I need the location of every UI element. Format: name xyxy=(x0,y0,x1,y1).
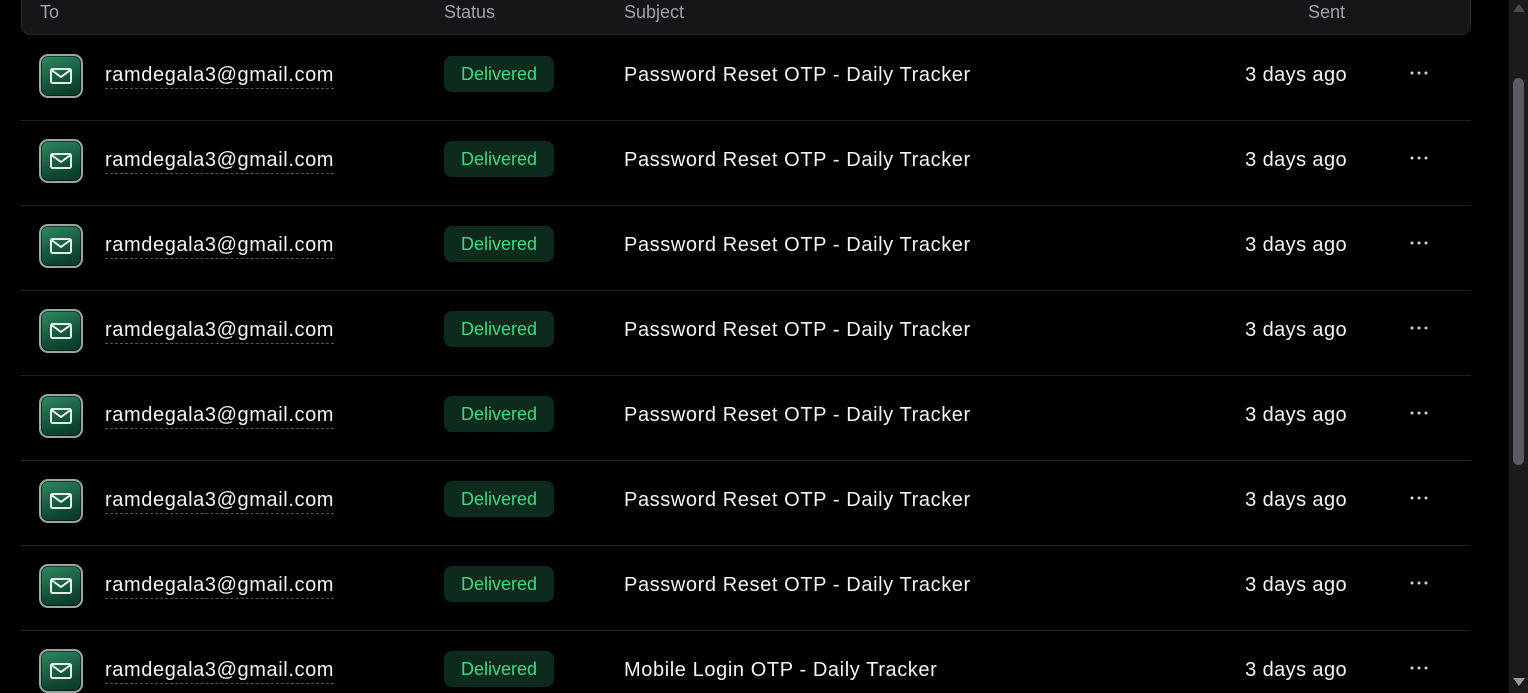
more-horizontal-icon[interactable] xyxy=(1405,59,1433,87)
status-badge: Delivered xyxy=(444,396,554,432)
recipient-email[interactable]: ramdegala3@gmail.com xyxy=(105,573,335,599)
more-horizontal-icon[interactable] xyxy=(1405,399,1433,427)
scroll-thumb[interactable] xyxy=(1513,78,1524,465)
status-badge: Delivered xyxy=(444,141,554,177)
column-header-sent[interactable]: Sent xyxy=(1308,1,1345,23)
status-badge: Delivered xyxy=(444,481,554,517)
email-subject: Password Reset OTP - Daily Tracker xyxy=(624,574,971,596)
mail-icon xyxy=(39,564,83,608)
mail-icon xyxy=(39,394,83,438)
sent-time: 3 days ago xyxy=(1245,319,1347,341)
email-subject: Password Reset OTP - Daily Tracker xyxy=(624,149,971,171)
mail-icon xyxy=(39,224,83,268)
more-horizontal-icon[interactable] xyxy=(1405,144,1433,172)
mail-icon xyxy=(39,649,83,693)
table-row[interactable]: ramdegala3@gmail.com Delivered Mobile Lo… xyxy=(21,630,1471,693)
more-horizontal-icon[interactable] xyxy=(1405,314,1433,342)
status-badge: Delivered xyxy=(444,226,554,262)
table-row[interactable]: ramdegala3@gmail.com Delivered Password … xyxy=(21,290,1471,376)
recipient-email[interactable]: ramdegala3@gmail.com xyxy=(105,233,335,259)
recipient-email[interactable]: ramdegala3@gmail.com xyxy=(105,148,335,174)
sent-time: 3 days ago xyxy=(1245,489,1347,511)
more-horizontal-icon[interactable] xyxy=(1405,484,1433,512)
table-row[interactable]: ramdegala3@gmail.com Delivered Password … xyxy=(21,545,1471,631)
sent-time: 3 days ago xyxy=(1245,659,1347,681)
mail-icon xyxy=(39,479,83,523)
more-horizontal-icon[interactable] xyxy=(1405,654,1433,682)
status-badge: Delivered xyxy=(444,311,554,347)
recipient-email[interactable]: ramdegala3@gmail.com xyxy=(105,403,335,429)
email-subject: Password Reset OTP - Daily Tracker xyxy=(624,234,971,256)
column-header-to[interactable]: To xyxy=(40,1,59,23)
status-badge: Delivered xyxy=(444,56,554,92)
scroll-up-arrow-icon[interactable] xyxy=(1513,4,1525,12)
mail-icon xyxy=(39,139,83,183)
mail-icon xyxy=(39,54,83,98)
table-row[interactable]: ramdegala3@gmail.com Delivered Password … xyxy=(21,460,1471,546)
more-horizontal-icon[interactable] xyxy=(1405,229,1433,257)
recipient-email[interactable]: ramdegala3@gmail.com xyxy=(105,63,335,89)
table-row[interactable]: ramdegala3@gmail.com Delivered Password … xyxy=(21,375,1471,461)
status-badge: Delivered xyxy=(444,651,554,687)
scroll-down-arrow-icon[interactable] xyxy=(1513,678,1525,686)
column-header-status[interactable]: Status xyxy=(444,1,495,23)
recipient-email[interactable]: ramdegala3@gmail.com xyxy=(105,488,335,514)
vertical-scrollbar[interactable] xyxy=(1508,0,1528,693)
recipient-email[interactable]: ramdegala3@gmail.com xyxy=(105,318,335,344)
sent-time: 3 days ago xyxy=(1245,574,1347,596)
table-header: To Status Subject Sent xyxy=(21,0,1471,35)
emails-table: To Status Subject Sent ramdegala3@gmail.… xyxy=(0,0,1508,693)
more-horizontal-icon[interactable] xyxy=(1405,569,1433,597)
email-subject: Password Reset OTP - Daily Tracker xyxy=(624,489,971,511)
status-badge: Delivered xyxy=(444,566,554,602)
mail-icon xyxy=(39,309,83,353)
email-subject: Password Reset OTP - Daily Tracker xyxy=(624,64,971,86)
table-row[interactable]: ramdegala3@gmail.com Delivered Password … xyxy=(21,35,1471,121)
table-row[interactable]: ramdegala3@gmail.com Delivered Password … xyxy=(21,120,1471,206)
email-subject: Password Reset OTP - Daily Tracker xyxy=(624,404,971,426)
sent-time: 3 days ago xyxy=(1245,64,1347,86)
column-header-subject[interactable]: Subject xyxy=(624,1,684,23)
recipient-email[interactable]: ramdegala3@gmail.com xyxy=(105,658,335,684)
email-subject: Mobile Login OTP - Daily Tracker xyxy=(624,659,938,681)
email-subject: Password Reset OTP - Daily Tracker xyxy=(624,319,971,341)
sent-time: 3 days ago xyxy=(1245,404,1347,426)
table-row[interactable]: ramdegala3@gmail.com Delivered Password … xyxy=(21,205,1471,291)
sent-time: 3 days ago xyxy=(1245,234,1347,256)
sent-time: 3 days ago xyxy=(1245,149,1347,171)
